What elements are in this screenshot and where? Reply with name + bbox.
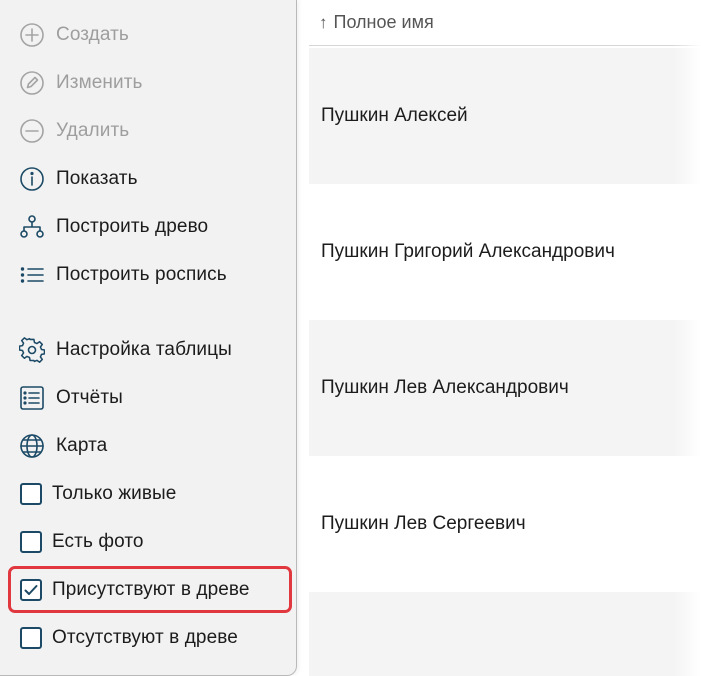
table-row[interactable]: Пушкин Лев Сергеевич xyxy=(309,456,701,592)
menu-item-label: Карта xyxy=(56,435,108,456)
menu-item-label: Создать xyxy=(56,24,129,45)
table-row[interactable]: Пушкин Григорий Александрович xyxy=(309,184,701,320)
menu-item-create[interactable]: Создать xyxy=(0,15,297,55)
table-row[interactable] xyxy=(309,592,701,676)
menu-item-label: Показать xyxy=(56,168,138,189)
checkbox-unchecked[interactable] xyxy=(20,531,42,553)
menu-item-build-tree[interactable]: Построить древо xyxy=(0,207,297,247)
report-icon xyxy=(18,384,46,412)
minus-circle-icon xyxy=(18,117,46,145)
plus-circle-icon xyxy=(18,21,46,49)
menu-item-build-list[interactable]: Построить роспись xyxy=(0,255,297,295)
column-header-label: Полное имя xyxy=(333,12,434,32)
menu-item-edit[interactable]: Изменить xyxy=(0,63,297,103)
table-row[interactable]: Пушкин Алексей xyxy=(309,48,701,184)
info-circle-icon xyxy=(18,165,46,193)
list-icon xyxy=(18,261,46,289)
menu-item-show[interactable]: Показать xyxy=(0,159,297,199)
menu-item-reports[interactable]: Отчёты xyxy=(0,378,297,418)
menu-item-map[interactable]: Карта xyxy=(0,426,297,466)
checkbox-checked[interactable] xyxy=(20,579,42,601)
edge-fade xyxy=(673,0,701,676)
gear-icon xyxy=(18,336,46,364)
column-header-full-name[interactable]: ↑ Полное имя xyxy=(309,0,701,46)
globe-icon xyxy=(18,432,46,460)
filter-label: Присутствуют в древе xyxy=(52,579,250,600)
cell-full-name: Пушкин Григорий Александрович xyxy=(321,241,615,262)
checkbox-unchecked[interactable] xyxy=(20,627,42,649)
pencil-circle-icon xyxy=(18,69,46,97)
filter-absent-in-tree[interactable]: Отсутствуют в древе xyxy=(0,618,297,658)
menu-item-label: Построить роспись xyxy=(56,264,227,285)
checkbox-unchecked[interactable] xyxy=(20,483,42,505)
filter-has-photo[interactable]: Есть фото xyxy=(0,522,297,562)
menu-item-delete[interactable]: Удалить xyxy=(0,111,297,151)
filter-label: Есть фото xyxy=(52,531,144,552)
checkmark-icon xyxy=(24,585,38,595)
filter-alive-only[interactable]: Только живые xyxy=(0,474,297,514)
menu-item-label: Построить древо xyxy=(56,216,209,237)
menu-item-label: Изменить xyxy=(56,72,143,93)
tree-icon xyxy=(18,213,46,241)
menu-item-label: Настройка таблицы xyxy=(56,339,232,360)
context-menu: Создать Изменить Удалить Показать Постро… xyxy=(0,0,297,676)
filter-label: Только живые xyxy=(52,483,177,504)
menu-item-label: Удалить xyxy=(56,120,130,141)
sort-arrow-up-icon: ↑ xyxy=(319,12,328,32)
cell-full-name: Пушкин Лев Сергеевич xyxy=(321,513,526,534)
people-table: ↑ Полное имя Пушкин Алексей Пушкин Григо… xyxy=(309,0,701,676)
menu-item-table-settings[interactable]: Настройка таблицы xyxy=(0,330,297,370)
filter-label: Отсутствуют в древе xyxy=(52,627,238,648)
filter-present-in-tree[interactable]: Присутствуют в древе xyxy=(0,570,297,610)
table-row[interactable]: Пушкин Лев Александрович xyxy=(309,320,701,456)
cell-full-name: Пушкин Алексей xyxy=(321,105,468,126)
menu-item-label: Отчёты xyxy=(56,387,123,408)
cell-full-name: Пушкин Лев Александрович xyxy=(321,377,569,398)
